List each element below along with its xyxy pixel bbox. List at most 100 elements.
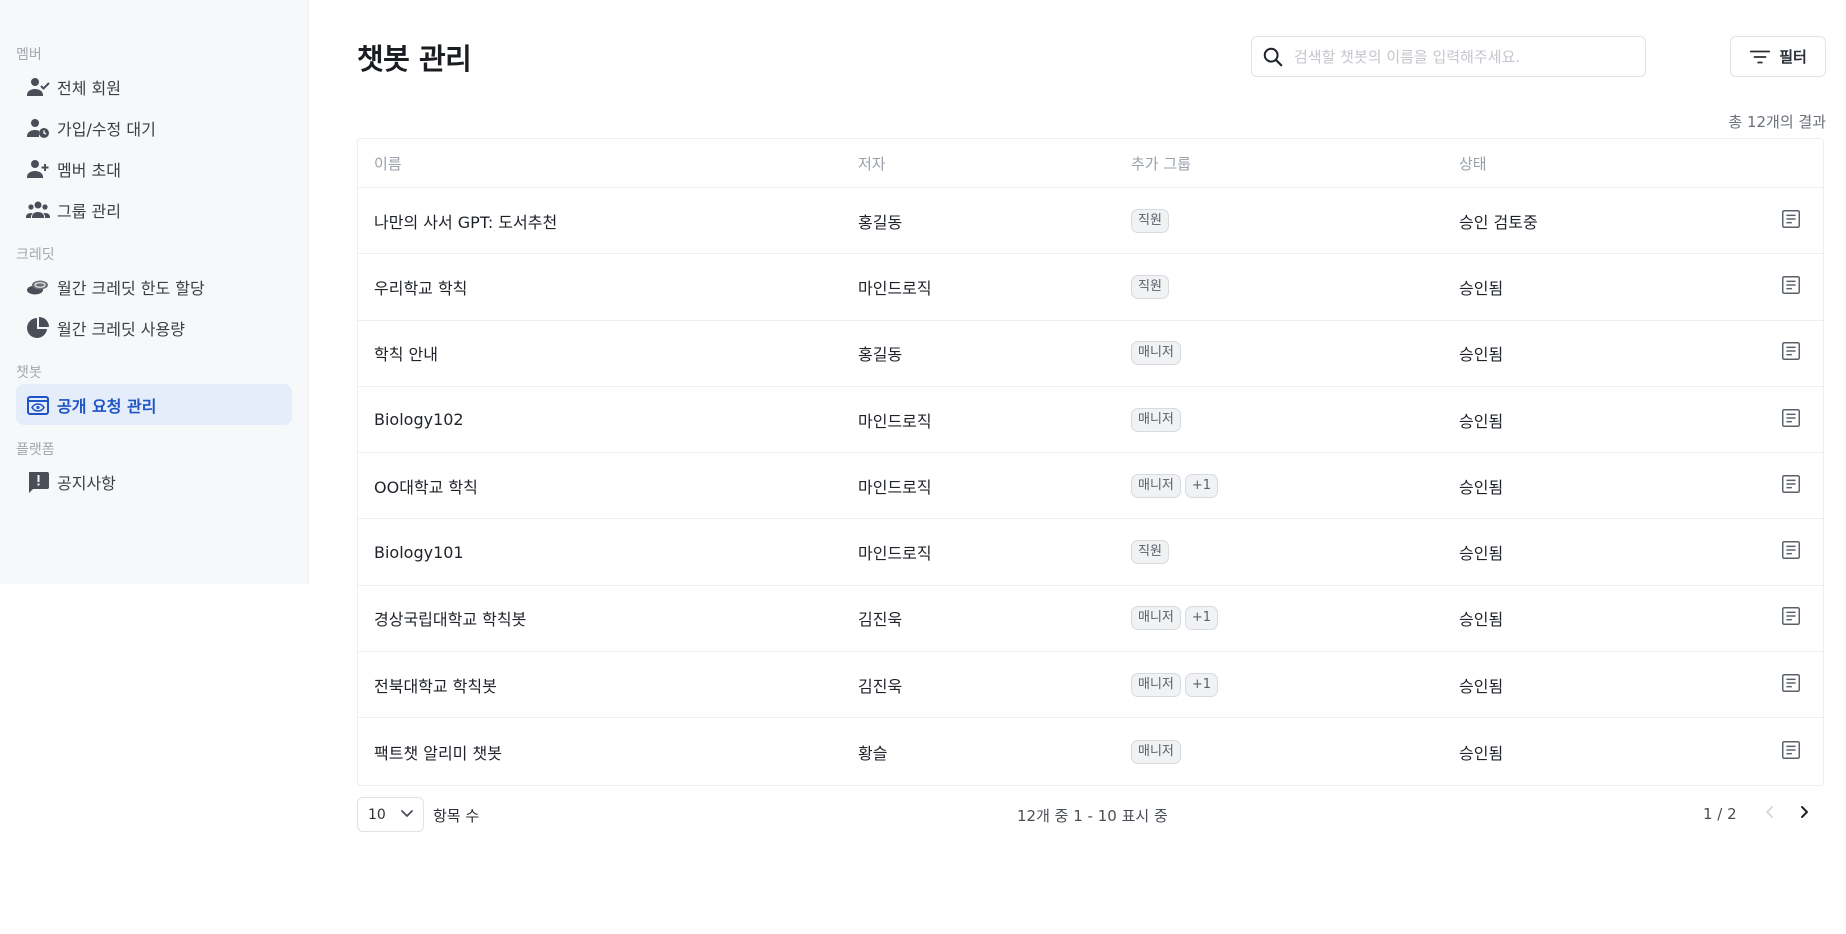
table-row[interactable]: OO대학교 학칙 마인드로직 매니저 +1 승인됨 bbox=[358, 453, 1823, 520]
table-body: 나만의 사서 GPT: 도서추천 홍길동 직원 승인 검토중 우리학교 학칙 마인드로직 직… bbox=[358, 188, 1823, 785]
cell-status: 승인됨 bbox=[1459, 278, 1504, 298]
cell-name: Biology101 bbox=[374, 542, 464, 562]
person-check-icon bbox=[25, 74, 51, 100]
sidebar-item[interactable]: 공지사항 bbox=[16, 461, 292, 502]
cell-groups: 직원 bbox=[1131, 540, 1459, 565]
filter-button[interactable]: 필터 bbox=[1730, 36, 1826, 77]
sidebar-item[interactable]: 멤버 초대 bbox=[16, 148, 292, 189]
table-row[interactable]: Biology101 마인드로직 직원 승인됨 bbox=[358, 519, 1823, 586]
sidebar: 멤버전체 회원가입/수정 대기멤버 초대그룹 관리크레딧 월간 크레딧 한도 할당… bbox=[0, 0, 309, 584]
sidebar-section-label: 멤버 bbox=[16, 47, 42, 63]
result-count: 총 12개의 결과 bbox=[1728, 113, 1826, 131]
prev-page-button[interactable] bbox=[1757, 801, 1783, 827]
document-icon bbox=[1780, 473, 1802, 499]
cell-name: Biology102 bbox=[374, 410, 464, 430]
cell-author: 김진욱 bbox=[858, 610, 903, 630]
cell-author: 마인드로직 bbox=[858, 477, 932, 497]
cell-groups: 매니저 bbox=[1131, 341, 1459, 366]
sidebar-item[interactable]: 전체 회원 bbox=[16, 66, 292, 107]
page-size-select[interactable]: 10 bbox=[357, 797, 424, 832]
group-badge: 매니저 bbox=[1131, 473, 1181, 498]
document-icon bbox=[1780, 672, 1802, 698]
sidebar-item-label: 월간 크레딧 사용량 bbox=[57, 319, 185, 339]
column-header-author: 저자 bbox=[858, 154, 886, 173]
cell-status: 승인 검토중 bbox=[1459, 212, 1538, 232]
column-header-name: 이름 bbox=[374, 154, 402, 173]
cell-author: 마인드로직 bbox=[858, 278, 932, 298]
filter-icon bbox=[1749, 45, 1773, 69]
cell-name: 전북대학교 학칙봇 bbox=[374, 676, 497, 696]
table-row[interactable]: 전북대학교 학칙봇 김진욱 매니저 +1 승인됨 bbox=[358, 652, 1823, 719]
person-add-icon bbox=[25, 156, 51, 182]
next-page-button[interactable] bbox=[1791, 801, 1817, 827]
sidebar-item-label: 월간 크레딧 한도 할당 bbox=[57, 278, 205, 298]
cell-name: 팩트챗 알리미 챗봇 bbox=[374, 743, 502, 763]
search-input[interactable] bbox=[1294, 47, 1624, 66]
cell-name: OO대학교 학칙 bbox=[374, 477, 478, 497]
group-badge: +1 bbox=[1184, 606, 1219, 631]
page-indicator: 1 / 2 bbox=[1703, 805, 1737, 823]
sidebar-section-label: 챗봇 bbox=[16, 365, 42, 381]
chatbot-table: 이름 저자 추가 그룹 상태 나만의 사서 GPT: 도서추천 홍길동 직원 승인 검… bbox=[357, 138, 1824, 786]
detail-button[interactable] bbox=[1759, 672, 1823, 698]
chevron-left-icon bbox=[1762, 804, 1778, 824]
cell-status: 승인됨 bbox=[1459, 411, 1504, 431]
cell-status: 승인됨 bbox=[1459, 544, 1504, 564]
sidebar-item[interactable]: 그룹 관리 bbox=[16, 189, 292, 230]
table-row[interactable]: 경상국립대학교 학칙봇 김진욱 매니저 +1 승인됨 bbox=[358, 586, 1823, 653]
cell-groups: 직원 bbox=[1131, 208, 1459, 233]
group-badge: 매니저 bbox=[1131, 739, 1181, 764]
sidebar-section-label: 크레딧 bbox=[16, 247, 55, 263]
group-badge: 직원 bbox=[1131, 540, 1169, 565]
detail-button[interactable] bbox=[1759, 407, 1823, 433]
table-row[interactable]: 팩트챗 알리미 챗봇 황슬 매니저 승인됨 bbox=[358, 718, 1823, 784]
cell-name: 학칙 안내 bbox=[374, 345, 438, 365]
detail-button[interactable] bbox=[1759, 539, 1823, 565]
detail-button[interactable] bbox=[1759, 340, 1823, 366]
table-row[interactable]: 우리학교 학칙 마인드로직 직원 승인됨 bbox=[358, 254, 1823, 321]
cell-author: 김진욱 bbox=[858, 676, 903, 696]
detail-button[interactable] bbox=[1759, 605, 1823, 631]
group-badge: +1 bbox=[1184, 672, 1219, 697]
sidebar-item[interactable]: 공개 요청 관리 bbox=[16, 384, 292, 425]
document-icon bbox=[1780, 274, 1802, 300]
sidebar-item[interactable]: 월간 크레딧 한도 할당 bbox=[16, 266, 292, 307]
page-size-label: 항목 수 bbox=[433, 807, 480, 825]
detail-button[interactable] bbox=[1759, 739, 1823, 765]
group-badge: 직원 bbox=[1131, 274, 1169, 299]
cell-status: 승인됨 bbox=[1459, 676, 1504, 696]
column-header-groups: 추가 그룹 bbox=[1131, 154, 1191, 173]
column-header-status: 상태 bbox=[1459, 154, 1487, 173]
cell-status: 승인됨 bbox=[1459, 743, 1504, 763]
table-row[interactable]: 나만의 사서 GPT: 도서추천 홍길동 직원 승인 검토중 bbox=[358, 188, 1823, 255]
table-header: 이름 저자 추가 그룹 상태 bbox=[358, 139, 1823, 188]
announcement-icon bbox=[25, 469, 51, 495]
cell-author: 황슬 bbox=[858, 743, 888, 763]
cell-author: 마인드로직 bbox=[858, 411, 932, 431]
group-badge: +1 bbox=[1184, 473, 1219, 498]
cell-status: 승인됨 bbox=[1459, 477, 1504, 497]
detail-button[interactable] bbox=[1759, 473, 1823, 499]
sidebar-item-label: 멤버 초대 bbox=[57, 160, 121, 180]
sidebar-item[interactable]: 월간 크레딧 사용량 bbox=[16, 307, 292, 348]
cell-status: 승인됨 bbox=[1459, 345, 1504, 365]
coins-icon bbox=[25, 274, 51, 300]
document-icon bbox=[1780, 340, 1802, 366]
cell-name: 우리학교 학칙 bbox=[374, 278, 468, 298]
cell-groups: 매니저 +1 bbox=[1131, 606, 1459, 631]
cell-status: 승인됨 bbox=[1459, 610, 1504, 630]
search-box[interactable] bbox=[1251, 36, 1646, 77]
page-size-value: 10 bbox=[368, 806, 386, 823]
cell-groups: 매니저 bbox=[1131, 739, 1459, 764]
sidebar-item-label: 전체 회원 bbox=[57, 78, 121, 98]
group-badge: 매니저 bbox=[1131, 672, 1181, 697]
sidebar-item[interactable]: 가입/수정 대기 bbox=[16, 107, 292, 148]
detail-button[interactable] bbox=[1759, 274, 1823, 300]
detail-button[interactable] bbox=[1759, 208, 1823, 234]
table-row[interactable]: Biology102 마인드로직 매니저 승인됨 bbox=[358, 387, 1823, 454]
chevron-right-icon bbox=[1796, 804, 1812, 824]
document-icon bbox=[1780, 407, 1802, 433]
chevron-down-icon bbox=[399, 805, 415, 825]
table-row[interactable]: 학칙 안내 홍길동 매니저 승인됨 bbox=[358, 321, 1823, 387]
page-title: 챗봇 관리 bbox=[357, 42, 472, 76]
